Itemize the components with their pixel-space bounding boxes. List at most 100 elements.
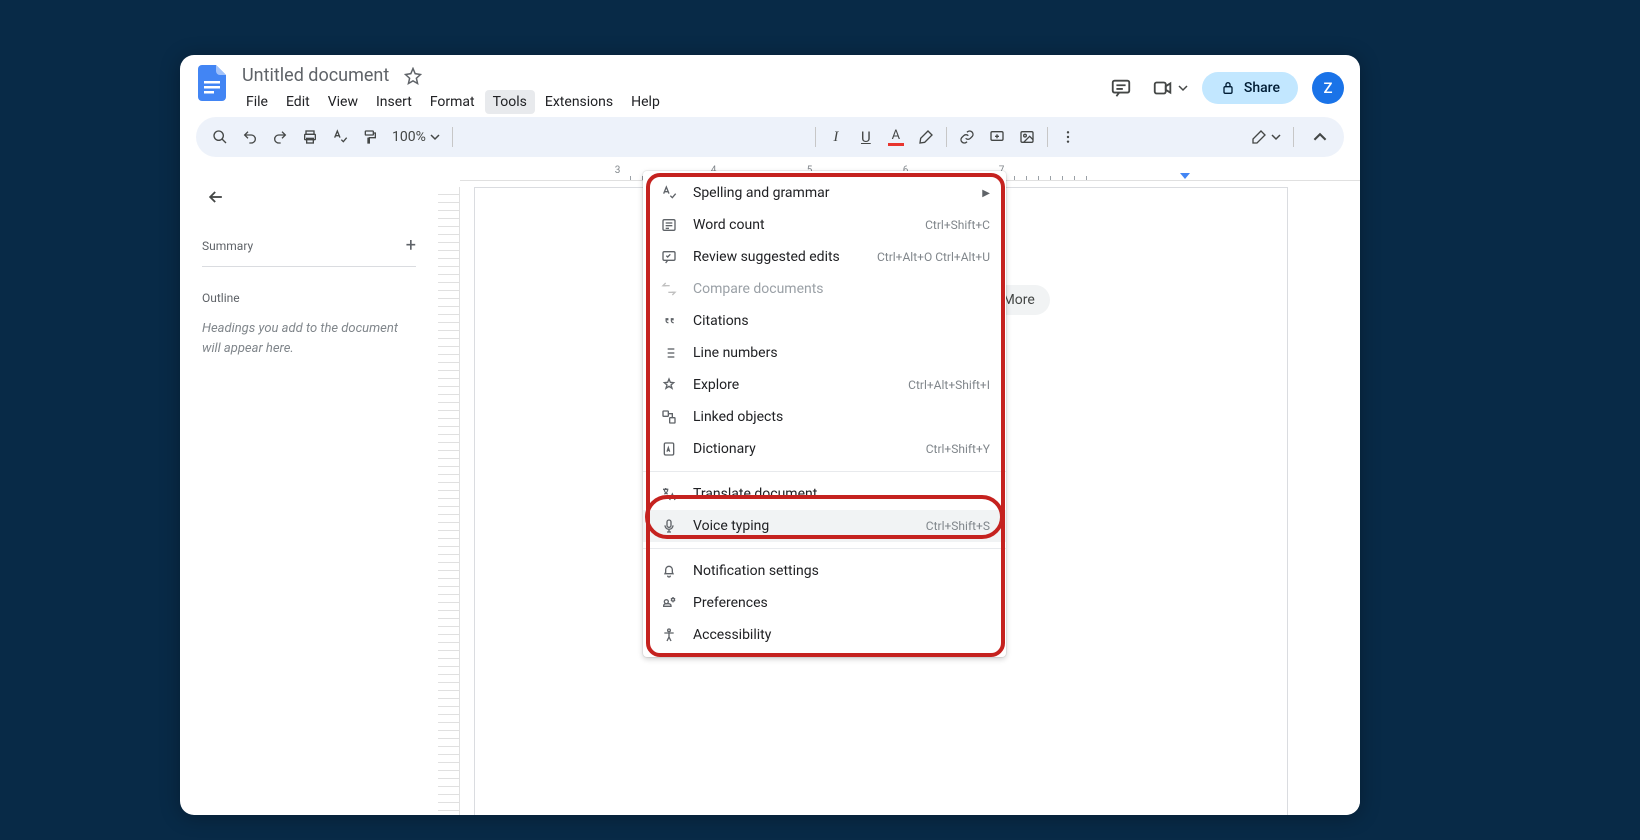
menu-item-word-count[interactable]: Word countCtrl+Shift+C xyxy=(643,209,1006,241)
insert-link-icon[interactable] xyxy=(953,123,981,151)
back-icon[interactable] xyxy=(202,183,230,211)
menu-item-label: Translate document xyxy=(693,486,990,502)
menu-shortcut: Ctrl+Alt+Shift+I xyxy=(908,378,990,392)
menu-item-explore[interactable]: ExploreCtrl+Alt+Shift+I xyxy=(643,369,1006,401)
doc-title[interactable]: Untitled document xyxy=(238,63,393,88)
separator xyxy=(1047,127,1048,147)
menu-item-accessibility[interactable]: Accessibility xyxy=(643,619,1006,651)
menu-item-linked-objects[interactable]: Linked objects xyxy=(643,401,1006,433)
translate-icon xyxy=(659,486,679,502)
undo-icon[interactable] xyxy=(236,123,264,151)
comments-icon[interactable] xyxy=(1104,71,1138,105)
redo-icon[interactable] xyxy=(266,123,294,151)
menu-item-label: Compare documents xyxy=(693,281,990,297)
separator xyxy=(452,127,453,147)
insert-image-icon[interactable] xyxy=(1013,123,1041,151)
menu-item-spelling-and-grammar[interactable]: Spelling and grammar ▶ xyxy=(643,177,1006,209)
menu-item-label: Word count xyxy=(693,217,925,233)
menu-item-citations[interactable]: Citations xyxy=(643,305,1006,337)
toolbar: 100% I U A xyxy=(196,117,1344,157)
menu-shortcut: Ctrl+Alt+O Ctrl+Alt+U xyxy=(877,250,990,264)
separator xyxy=(1293,127,1294,147)
menu-insert[interactable]: Insert xyxy=(368,90,420,114)
paint-format-icon[interactable] xyxy=(356,123,384,151)
menu-shortcut: Ctrl+Shift+S xyxy=(926,519,990,533)
meet-button[interactable] xyxy=(1152,77,1188,99)
explore-icon xyxy=(659,377,679,393)
text-color-icon[interactable]: A xyxy=(882,123,910,151)
right-indent-icon[interactable] xyxy=(1180,173,1190,179)
bell-icon xyxy=(659,563,679,579)
more-toolbar-icon[interactable] xyxy=(1054,123,1082,151)
menu-extensions[interactable]: Extensions xyxy=(537,90,621,114)
menu-view[interactable]: View xyxy=(320,90,366,114)
highlight-icon[interactable] xyxy=(912,123,940,151)
share-label: Share xyxy=(1244,80,1280,96)
submenu-arrow-icon: ▶ xyxy=(982,188,990,199)
menu-item-notification-settings[interactable]: Notification settings xyxy=(643,555,1006,587)
spellcheck-icon[interactable] xyxy=(326,123,354,151)
outline-label: Outline xyxy=(202,291,416,305)
separator xyxy=(815,127,816,147)
menu-item-label: Review suggested edits xyxy=(693,249,877,265)
menu-file[interactable]: File xyxy=(238,90,276,114)
tools-menu: Spelling and grammar▶Word countCtrl+Shif… xyxy=(643,171,1006,657)
menu-item-label: Voice typing xyxy=(693,518,926,534)
underline-icon[interactable]: U xyxy=(852,123,880,151)
ruler-number: 3 xyxy=(615,165,621,176)
app-window: Untitled document FileEditViewInsertForm… xyxy=(180,55,1360,815)
star-icon[interactable] xyxy=(401,64,425,88)
menu-separator xyxy=(643,471,1006,472)
menu-item-label: Notification settings xyxy=(693,563,990,579)
menu-separator xyxy=(643,548,1006,549)
menu-item-voice-typing[interactable]: Voice typingCtrl+Shift+S xyxy=(643,510,1006,542)
menu-item-review-suggested-edits[interactable]: Review suggested editsCtrl+Alt+O Ctrl+Al… xyxy=(643,241,1006,273)
zoom-select[interactable]: 100% xyxy=(386,129,446,145)
menu-help[interactable]: Help xyxy=(623,90,668,114)
menu-item-line-numbers[interactable]: Line numbers xyxy=(643,337,1006,369)
menu-item-label: Line numbers xyxy=(693,345,990,361)
review-icon xyxy=(659,249,679,265)
menu-tools[interactable]: Tools xyxy=(485,90,535,114)
menu-item-label: Linked objects xyxy=(693,409,990,425)
add-summary-icon[interactable]: + xyxy=(406,235,416,256)
menu-item-label: Preferences xyxy=(693,595,990,611)
avatar[interactable]: Z xyxy=(1312,72,1344,104)
menu-item-label: Accessibility xyxy=(693,627,990,643)
linked-icon xyxy=(659,409,679,425)
menu-item-compare-documents: Compare documents xyxy=(643,273,1006,305)
menu-item-translate-document[interactable]: Translate document xyxy=(643,478,1006,510)
lines-icon xyxy=(659,345,679,361)
menu-item-label: Spelling and grammar xyxy=(693,185,974,201)
prefs-icon xyxy=(659,595,679,611)
separator xyxy=(946,127,947,147)
menu-shortcut: Ctrl+Shift+Y xyxy=(926,442,990,456)
summary-label: Summary xyxy=(202,239,253,253)
mic-icon xyxy=(659,518,679,534)
outline-hint: Headings you add to the document will ap… xyxy=(202,319,416,358)
menu-item-dictionary[interactable]: DictionaryCtrl+Shift+Y xyxy=(643,433,1006,465)
docs-logo-icon[interactable] xyxy=(194,65,230,101)
vertical-ruler[interactable] xyxy=(438,187,460,815)
collapse-toolbar-icon[interactable] xyxy=(1306,123,1334,151)
menu-item-label: Explore xyxy=(693,377,908,393)
menu-edit[interactable]: Edit xyxy=(278,90,318,114)
spell-icon xyxy=(659,185,679,201)
outline-panel: Summary + Outline Headings you add to th… xyxy=(180,163,438,815)
menubar: FileEditViewInsertFormatToolsExtensionsH… xyxy=(238,90,1104,114)
search-icon[interactable] xyxy=(206,123,234,151)
editing-mode-icon[interactable] xyxy=(1251,123,1281,151)
compare-icon xyxy=(659,281,679,297)
titlebar: Untitled document FileEditViewInsertForm… xyxy=(180,55,1360,117)
menu-format[interactable]: Format xyxy=(422,90,483,114)
menu-shortcut: Ctrl+Shift+C xyxy=(925,218,990,232)
share-button[interactable]: Share xyxy=(1202,72,1298,104)
access-icon xyxy=(659,627,679,643)
add-comment-icon[interactable] xyxy=(983,123,1011,151)
menu-item-preferences[interactable]: Preferences xyxy=(643,587,1006,619)
menu-item-label: Citations xyxy=(693,313,990,329)
count-icon xyxy=(659,217,679,233)
italic-icon[interactable]: I xyxy=(822,123,850,151)
menu-item-label: Dictionary xyxy=(693,441,926,457)
print-icon[interactable] xyxy=(296,123,324,151)
